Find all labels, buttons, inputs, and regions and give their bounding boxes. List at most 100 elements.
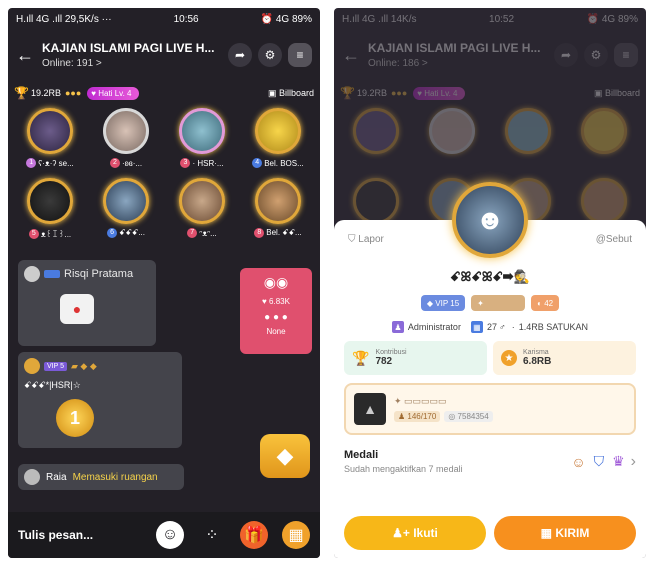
vip-badge: ◆ VIP 15 bbox=[420, 295, 466, 311]
seat-username: ꗃꗃꗃ... bbox=[119, 228, 145, 237]
follow-button[interactable]: ♟+ Ikuti bbox=[344, 516, 486, 550]
mic-seats-grid: 1 ʕ·ᴥ·ʔ se... 2 ·ʚɞ·... 3 · HSR·... 4 Bel. B… bbox=[8, 106, 320, 250]
mic-seat[interactable]: 3 · HSR·... bbox=[164, 108, 240, 178]
clock: 10:52 bbox=[489, 13, 515, 25]
medal-shield-icon: ⛉ bbox=[593, 453, 605, 469]
gift-icon: ▦ bbox=[540, 526, 552, 540]
send-gift-button[interactable]: ▦ KIRIM bbox=[494, 516, 636, 550]
status-dots: ··· bbox=[101, 13, 112, 25]
family-logo-icon: ▲ bbox=[354, 393, 386, 425]
contribution-value: 782 bbox=[375, 356, 393, 367]
vip-shield-icon: ◆ bbox=[426, 298, 434, 308]
mic-seat[interactable]: 5 ᴥ꒰ꀤ꒱... bbox=[12, 178, 88, 248]
back-arrow-icon[interactable]: ← bbox=[342, 45, 368, 66]
battery-status: ⏰ 4G 89% bbox=[260, 13, 312, 25]
fans-icon: ●●● bbox=[64, 88, 82, 98]
role-label: Administrator bbox=[407, 322, 461, 332]
seat-number: 6 bbox=[107, 228, 118, 238]
mention-button[interactable]: @Sebut bbox=[596, 234, 632, 245]
network-speed: 14K/s bbox=[390, 13, 417, 25]
seat-number: 4 bbox=[252, 158, 263, 168]
back-arrow-icon[interactable]: ← bbox=[16, 45, 42, 66]
follow-label: Ikuti bbox=[413, 526, 438, 540]
heart-icon: ♥ bbox=[262, 297, 267, 306]
gift-icon[interactable]: ▦ bbox=[282, 521, 310, 549]
chat-message[interactable]: VIP 5 ▰ ◆ ◆ ꗃꗃꗃ*|HSR|☆ 1 bbox=[18, 352, 182, 448]
avatar bbox=[24, 358, 40, 374]
mic-seat[interactable]: 1 ʕ·ᴥ·ʔ se... bbox=[12, 108, 88, 178]
message-input[interactable]: Tulis pesan... bbox=[18, 528, 142, 542]
entry-username: Raia bbox=[46, 471, 67, 483]
heart-level-badge[interactable]: ♥ Hati Lv. 4 bbox=[87, 86, 140, 100]
charisma-label: Karisma bbox=[523, 349, 549, 356]
status-bar: H.ıll 4G .ıll 14K/s 10:52 ⏰ 4G 89% bbox=[334, 8, 646, 30]
level-badge-icon bbox=[44, 270, 60, 278]
avatar bbox=[353, 108, 399, 154]
mic-seat[interactable] bbox=[566, 108, 642, 178]
dot-separator-icon: · bbox=[511, 322, 515, 332]
heart-level-label: Hati Lv. 4 bbox=[98, 88, 132, 98]
billboard-button[interactable]: ▣ Billboard bbox=[268, 88, 314, 99]
seat-number: 7 bbox=[187, 228, 198, 238]
apps-grid-icon[interactable]: ⁘ bbox=[198, 521, 226, 549]
status-bar: H.ıll 4G .ıll 29,5K/s ··· 10:56 ⏰ 4G 89% bbox=[8, 8, 320, 30]
settings-icon[interactable]: ⚙ bbox=[584, 43, 608, 67]
mic-seat[interactable]: 4 Bel. BOS... bbox=[240, 108, 316, 178]
report-button[interactable]: ⛉ Lapor bbox=[348, 234, 384, 245]
seat-username: ·ʚɞ·... bbox=[121, 158, 143, 168]
seat-number: 5 bbox=[28, 228, 39, 239]
avatar bbox=[103, 178, 149, 224]
medal-crown-icon: ♛ bbox=[612, 453, 625, 469]
menu-icon[interactable]: ≡ bbox=[288, 43, 312, 67]
room-score[interactable]: 19.2RB bbox=[31, 88, 61, 98]
gift-box-icon[interactable]: 🎁 bbox=[240, 521, 268, 549]
seat-username: ᵔᴥᵔ... bbox=[199, 228, 217, 238]
contribution-label: Kontribusi bbox=[375, 349, 407, 356]
avatar bbox=[255, 108, 301, 154]
mic-seat[interactable] bbox=[338, 108, 414, 178]
mic-seat[interactable]: 2 ·ʚɞ·... bbox=[88, 108, 164, 178]
heart-level-badge[interactable]: ♥ Hati Lv. 4 bbox=[413, 86, 466, 100]
entry-text: Memasuki ruangan bbox=[72, 471, 158, 483]
share-icon[interactable]: ➦ bbox=[228, 43, 252, 67]
family-card[interactable]: ▲ ✦ ▭▭▭▭▭ ♟ 146/170 ◎ 7584354 bbox=[344, 383, 636, 435]
emoji-icon[interactable]: ☺ bbox=[156, 521, 184, 549]
seat-username: Bel. ꗃꗃ... bbox=[266, 228, 302, 237]
room-title: KAJIAN ISLAMI PAGI LIVE H... bbox=[42, 41, 215, 55]
charisma-card[interactable]: ★ Karisma 6.8RB bbox=[493, 341, 636, 375]
mic-seat[interactable]: 7 ᵔᴥᵔ... bbox=[164, 178, 240, 248]
chat-message[interactable]: Risqi Pratama ● bbox=[18, 260, 156, 346]
seat-username: Bel. BOS... bbox=[264, 158, 304, 168]
pk-avatars-icon: ◉◉ bbox=[263, 274, 289, 290]
online-count[interactable]: Online: 191 > bbox=[42, 58, 222, 69]
mic-seat[interactable] bbox=[414, 108, 490, 178]
fans-icon: ●●● bbox=[390, 88, 408, 98]
share-icon[interactable]: ➦ bbox=[554, 43, 578, 67]
battery-status: ⏰ 4G 89% bbox=[586, 13, 638, 25]
pk-slots-icon: ● ● ● bbox=[264, 312, 288, 323]
pk-panel[interactable]: ◉◉ ♥ 6.83K ● ● ● None bbox=[240, 268, 312, 354]
seat-number: 3 bbox=[180, 158, 191, 168]
mic-seat[interactable]: 6 ꗃꗃꗃ... bbox=[88, 178, 164, 248]
billboard-button[interactable]: ▣ Billboard bbox=[594, 88, 640, 99]
floating-gift-button[interactable]: ◆ bbox=[260, 434, 310, 478]
billboard-icon: ▣ bbox=[593, 87, 603, 98]
online-count[interactable]: Online: 186 > bbox=[368, 58, 548, 69]
room-score[interactable]: 19.2RB bbox=[357, 88, 387, 98]
shield-icon: ⛉ bbox=[348, 234, 356, 245]
menu-icon[interactable]: ≡ bbox=[614, 43, 638, 67]
live-room-screen: H.ıll 4G .ıll 29,5K/s ··· 10:56 ⏰ 4G 89%… bbox=[8, 8, 320, 558]
billboard-icon: ▣ bbox=[267, 87, 277, 98]
room-title: KAJIAN ISLAMI PAGI LIVE H... bbox=[368, 41, 541, 55]
mask-icon: ☻ bbox=[475, 204, 505, 235]
settings-icon[interactable]: ⚙ bbox=[258, 43, 282, 67]
mic-seat[interactable] bbox=[490, 108, 566, 178]
report-label: Lapor bbox=[358, 234, 384, 245]
medal-subtitle: Sudah mengaktifkan 7 medali bbox=[344, 464, 463, 474]
member-icon: ♟ bbox=[398, 412, 406, 421]
medal-row[interactable]: Medali Sudah mengaktifkan 7 medali ☺ ⛉ ♛… bbox=[334, 449, 646, 474]
contribution-card[interactable]: 🏆 Kontribusi 782 bbox=[344, 341, 487, 375]
trophy-icon: 🏆 bbox=[14, 86, 29, 100]
mic-seat[interactable]: 8 Bel. ꗃꗃ... bbox=[240, 178, 316, 248]
billboard-label: Billboard bbox=[604, 87, 640, 98]
